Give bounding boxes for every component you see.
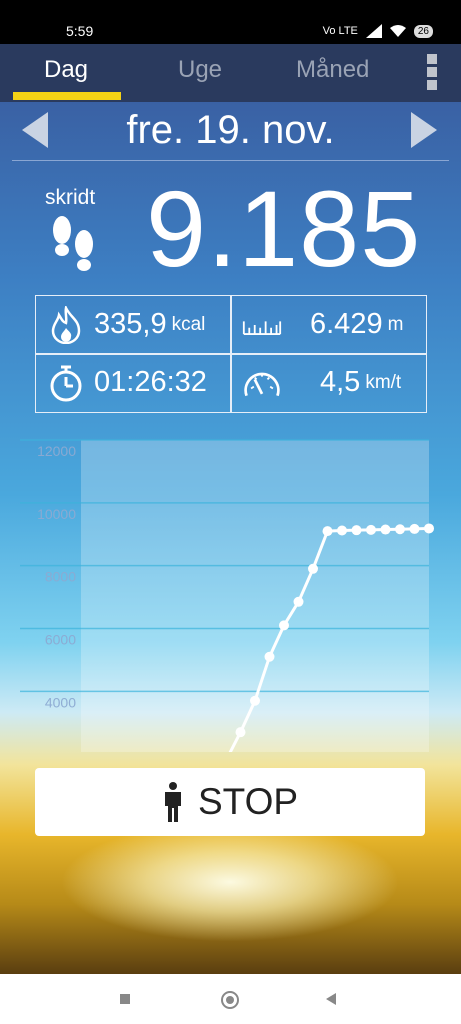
duration-value: 01:26:32 <box>94 366 207 398</box>
active-tab-indicator <box>13 92 121 100</box>
data-point <box>409 523 420 534</box>
duration-cell: 01:26:32 <box>46 354 207 411</box>
y-tick-label: 12000 <box>37 443 76 459</box>
home-button[interactable] <box>221 991 239 1009</box>
status-bar: 5:59 Vo LTE 26 <box>0 0 461 44</box>
main-content: fre. 19. nov. skridt 9.185 335,9 kcal 6.… <box>0 102 461 974</box>
speed-unit: km/t <box>365 371 402 393</box>
data-point <box>395 524 405 535</box>
y-tick-label: 8000 <box>45 569 76 585</box>
calories-value: 335,9 <box>94 308 167 340</box>
stats-grid: 335,9 kcal 6.429 m 01:26:32 4,5 km/t <box>35 295 427 413</box>
system-nav-bar <box>0 974 461 1024</box>
battery-icon: 26 <box>413 24 433 38</box>
tab-week[interactable]: Uge <box>178 56 222 84</box>
calories-cell: 335,9 kcal <box>46 296 205 353</box>
tab-day[interactable]: Dag <box>44 56 88 84</box>
data-point <box>235 727 246 738</box>
next-day-button[interactable] <box>411 112 437 148</box>
data-point <box>250 695 260 706</box>
date-title: fre. 19. nov. <box>126 108 335 152</box>
data-point <box>279 620 289 631</box>
data-point <box>308 563 318 574</box>
y-tick-label: 4000 <box>45 694 76 710</box>
calories-unit: kcal <box>171 313 206 335</box>
status-time: 5:59 <box>66 23 94 39</box>
back-button[interactable] <box>326 993 336 1005</box>
steps-label: skridt <box>45 186 96 209</box>
distance-unit: m <box>387 313 404 335</box>
status-icons: Vo LTE 26 <box>323 24 433 38</box>
network-indicator: Vo LTE <box>322 25 358 37</box>
steps-count: 9.185 <box>146 168 422 289</box>
data-point <box>366 524 376 535</box>
data-point <box>264 651 275 662</box>
distance-value: 6.429 <box>310 308 383 340</box>
speedometer-icon <box>242 363 282 403</box>
y-tick-label: 6000 <box>45 632 76 648</box>
ruler-icon <box>242 305 282 345</box>
sunrise-glow <box>60 822 400 942</box>
data-point <box>337 525 347 536</box>
data-point <box>351 525 362 536</box>
data-point <box>322 526 333 537</box>
stop-button[interactable]: STOP <box>35 768 425 836</box>
person-icon <box>164 782 181 822</box>
data-point <box>293 596 304 607</box>
stop-button-label: STOP <box>197 781 299 822</box>
signal-icon <box>365 24 382 38</box>
wifi-icon <box>389 25 406 37</box>
footsteps-icon <box>53 216 93 271</box>
date-divider <box>12 160 449 161</box>
steps-chart: 2000400060008000100001200024681012141618… <box>20 439 434 752</box>
recent-apps-button[interactable] <box>120 994 130 1004</box>
flame-icon <box>46 305 86 345</box>
stopwatch-icon <box>46 363 86 403</box>
y-tick-label: 10000 <box>37 506 76 522</box>
tab-bar: Dag Uge Måned <box>0 44 461 102</box>
distance-cell: 6.429 m <box>242 296 403 353</box>
data-point <box>424 523 434 534</box>
tab-month[interactable]: Måned <box>296 56 369 84</box>
data-point <box>380 524 391 535</box>
speed-cell: 4,5 km/t <box>242 354 401 411</box>
speed-value: 4,5 <box>320 366 361 398</box>
overflow-menu-icon[interactable] <box>423 52 441 92</box>
